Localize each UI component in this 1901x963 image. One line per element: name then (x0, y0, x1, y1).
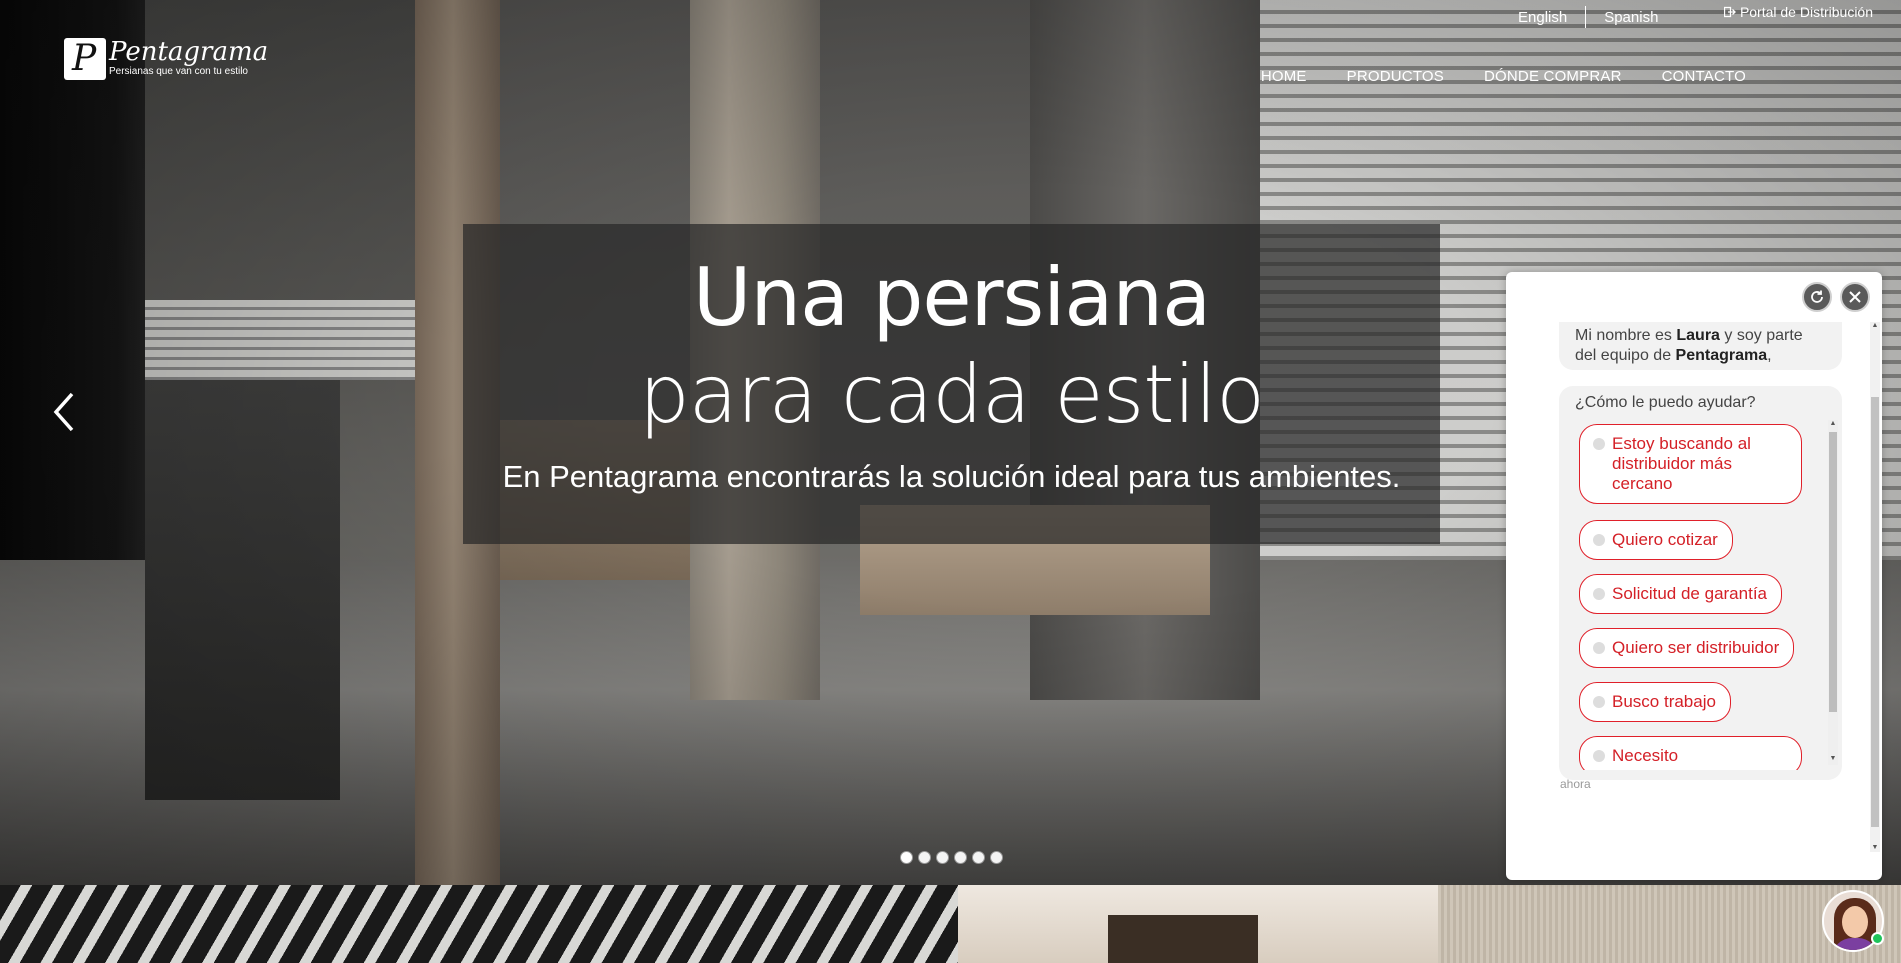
online-status-icon (1871, 932, 1884, 945)
hero-subtitle: En Pentagrama encontrarás la solución id… (502, 459, 1401, 494)
chat-options-list: Estoy buscando al distribuidor más cerca… (1559, 420, 1831, 770)
logo-mark-icon: P (64, 38, 106, 80)
nav-contacto[interactable]: CONTACTO (1662, 68, 1746, 85)
company-name: Pentagrama (1675, 347, 1768, 364)
logo[interactable]: P Pentagrama Persianas que van con tu es… (64, 38, 268, 80)
chat-close-button[interactable] (1840, 282, 1870, 312)
chat-option[interactable]: Solicitud de garantía (1579, 574, 1782, 614)
radio-icon (1593, 588, 1605, 600)
slider-dot[interactable] (918, 851, 931, 864)
slider-dot[interactable] (900, 851, 913, 864)
chat-question: ¿Cómo le puedo ayudar? (1575, 394, 1756, 411)
scroll-up-icon[interactable]: ▲ (1871, 322, 1879, 330)
hero-title-line1: Una persiana (692, 251, 1211, 344)
product-thumbnails-strip (0, 885, 1901, 963)
chat-message-options: ¿Cómo le puedo ayudar? Estoy buscando al… (1559, 386, 1842, 780)
chat-widget: Mi nombre es Laura y soy parte del equip… (1506, 272, 1882, 880)
slider-dot[interactable] (936, 851, 949, 864)
close-icon (1849, 291, 1861, 303)
chat-refresh-button[interactable] (1802, 282, 1832, 312)
slider-dot[interactable] (990, 851, 1003, 864)
nav-productos[interactable]: PRODUCTOS (1347, 68, 1444, 85)
radio-icon (1593, 696, 1605, 708)
product-thumb-image[interactable] (958, 885, 1438, 963)
language-switcher: English Spanish (1500, 5, 1676, 29)
hero-caption: Una persiana para cada estilo En Pentagr… (463, 224, 1440, 544)
radio-icon (1593, 534, 1605, 546)
radio-icon (1593, 750, 1605, 762)
slider-prev-arrow-icon[interactable] (50, 390, 80, 434)
nav-donde-comprar[interactable]: DÓNDE COMPRAR (1484, 68, 1622, 85)
slider-dot[interactable] (972, 851, 985, 864)
portal-label: Portal de Distribución (1739, 4, 1873, 20)
radio-icon (1593, 438, 1605, 450)
chat-scrollbar[interactable]: ▲ ▼ (1870, 322, 1880, 852)
logo-tagline: Persianas que van con tu estilo (109, 66, 248, 77)
product-thumb-image[interactable] (0, 885, 958, 963)
scroll-down-icon[interactable]: ▼ (1871, 844, 1879, 852)
chat-option[interactable]: Estoy buscando al distribuidor más cerca… (1579, 424, 1802, 504)
chat-option[interactable]: Quiero cotizar (1579, 520, 1733, 560)
scroll-up-icon[interactable]: ▲ (1828, 420, 1838, 428)
scrollbar-thumb[interactable] (1829, 432, 1837, 712)
chat-message-intro: Mi nombre es Laura y soy parte del equip… (1559, 322, 1842, 370)
chat-option[interactable]: Necesito (1579, 736, 1802, 770)
lang-spanish-link[interactable]: Spanish (1586, 9, 1676, 26)
radio-icon (1593, 642, 1605, 654)
refresh-icon (1811, 290, 1823, 303)
scrollbar-thumb[interactable] (1871, 397, 1879, 827)
lang-english-link[interactable]: English (1500, 9, 1585, 26)
agent-name: Laura (1676, 327, 1720, 344)
slider-dot[interactable] (954, 851, 967, 864)
scroll-down-icon[interactable]: ▼ (1828, 755, 1838, 763)
chat-option[interactable]: Quiero ser distribuidor (1579, 628, 1795, 668)
sign-out-icon (1723, 6, 1736, 18)
logo-name: Pentagrama (109, 37, 269, 67)
chat-timestamp: ahora (1560, 777, 1591, 791)
portal-link[interactable]: Portal de Distribución (1723, 4, 1873, 20)
chat-options-scrollbar[interactable]: ▲ ▼ (1828, 420, 1838, 765)
logo-text: Pentagrama Persianas que van con tu esti… (109, 38, 268, 77)
main-nav: HOME PRODUCTOS DÓNDE COMPRAR CONTACTO (1261, 68, 1746, 85)
slider-pagination (900, 851, 1003, 864)
chat-option[interactable]: Busco trabajo (1579, 682, 1731, 722)
nav-home[interactable]: HOME (1261, 68, 1307, 85)
hero-title-line2: para cada estilo (638, 348, 1265, 441)
